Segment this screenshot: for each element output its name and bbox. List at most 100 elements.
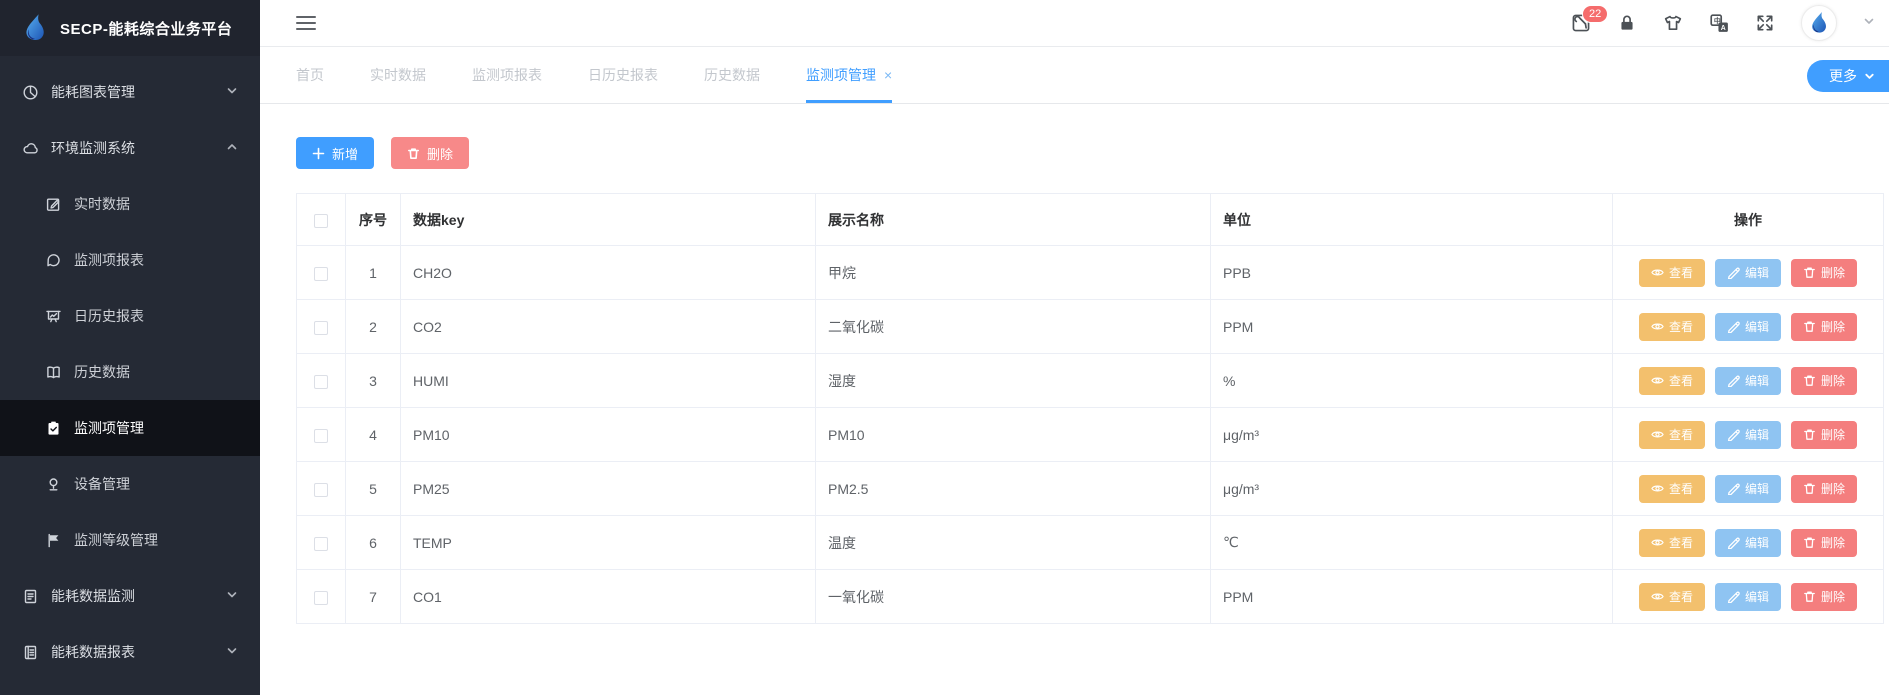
delete-row-button-label: 删除: [1821, 480, 1845, 497]
tab-monitor-item-report[interactable]: 监测项报表: [472, 47, 542, 103]
delete-row-button-label: 删除: [1821, 318, 1845, 335]
delete-row-button[interactable]: 删除: [1791, 313, 1857, 341]
table-row: 3 HUMI 湿度 % 查看 编辑 删除: [297, 354, 1884, 408]
row-key: CH2O: [401, 246, 816, 300]
pencil-icon: [1727, 536, 1740, 549]
sidebar-item-daily-history-report[interactable]: 日历史报表: [0, 288, 260, 344]
row-checkbox[interactable]: [314, 375, 328, 389]
delete-row-button[interactable]: 删除: [1791, 529, 1857, 557]
row-checkbox[interactable]: [314, 537, 328, 551]
view-button[interactable]: 查看: [1639, 367, 1705, 395]
sidebar-item-monitor-item-report[interactable]: 监测项报表: [0, 232, 260, 288]
tools-icon[interactable]: 22: [1571, 13, 1591, 33]
row-actions: 查看 编辑 删除: [1625, 529, 1871, 557]
column-header-data-key: 数据key: [401, 194, 816, 246]
fullscreen-icon[interactable]: [1755, 13, 1775, 33]
view-button[interactable]: 查看: [1639, 313, 1705, 341]
tab-monitor-item-management[interactable]: 监测项管理 ×: [806, 47, 892, 103]
translate-icon[interactable]: 中 A: [1709, 13, 1729, 33]
close-icon[interactable]: ×: [884, 68, 892, 82]
view-button[interactable]: 查看: [1639, 475, 1705, 503]
chevron-down-icon: [226, 84, 238, 100]
sidebar-item-history-data[interactable]: 历史数据: [0, 344, 260, 400]
edit-button-label: 编辑: [1745, 534, 1769, 551]
more-button[interactable]: 更多: [1807, 60, 1889, 92]
sidebar-item-label: 历史数据: [74, 362, 130, 382]
edit-button[interactable]: 编辑: [1715, 583, 1781, 611]
delete-row-button[interactable]: 删除: [1791, 583, 1857, 611]
presentation-chart-icon: [45, 308, 62, 325]
table-row: 5 PM25 PM2.5 μg/m³ 查看 编辑 删除: [297, 462, 1884, 516]
sidebar-item-label: 监测等级管理: [74, 530, 158, 550]
edit-button[interactable]: 编辑: [1715, 475, 1781, 503]
view-button[interactable]: 查看: [1639, 529, 1705, 557]
row-checkbox[interactable]: [314, 591, 328, 605]
lock-icon[interactable]: [1617, 13, 1637, 33]
row-actions: 查看 编辑 删除: [1625, 583, 1871, 611]
eye-icon: [1651, 428, 1664, 441]
more-button-label: 更多: [1829, 66, 1857, 86]
delete-row-button[interactable]: 删除: [1791, 421, 1857, 449]
tab-realtime-data[interactable]: 实时数据: [370, 47, 426, 103]
edit-button[interactable]: 编辑: [1715, 259, 1781, 287]
row-actions: 查看 编辑 删除: [1625, 421, 1871, 449]
sidebar-item-monitor-item-management[interactable]: 监测项管理: [0, 400, 260, 456]
row-checkbox[interactable]: [314, 483, 328, 497]
view-button[interactable]: 查看: [1639, 259, 1705, 287]
chat-bubble-icon: [45, 252, 62, 269]
delete-button[interactable]: 删除: [391, 137, 469, 169]
delete-row-button[interactable]: 删除: [1791, 259, 1857, 287]
sidebar-item-energy-charts[interactable]: 能耗图表管理: [0, 64, 260, 120]
sidebar-item-device-management[interactable]: 设备管理: [0, 456, 260, 512]
tab-label: 日历史报表: [588, 65, 658, 85]
row-key: TEMP: [401, 516, 816, 570]
row-display-name: 湿度: [816, 354, 1211, 408]
view-button[interactable]: 查看: [1639, 583, 1705, 611]
tab-label: 监测项管理: [806, 65, 876, 85]
tab-history-data[interactable]: 历史数据: [704, 47, 760, 103]
column-header-actions: 操作: [1613, 194, 1884, 246]
select-all-checkbox[interactable]: [314, 214, 328, 228]
row-checkbox[interactable]: [314, 267, 328, 281]
sidebar-item-label: 设备管理: [74, 474, 130, 494]
row-index: 3: [346, 354, 401, 408]
delete-row-button-label: 删除: [1821, 588, 1845, 605]
delete-row-button[interactable]: 删除: [1791, 367, 1857, 395]
logo: SECP-能耗综合业务平台: [0, 0, 260, 56]
table-row: 2 CO2 二氧化碳 PPM 查看 编辑 删除: [297, 300, 1884, 354]
edit-button[interactable]: 编辑: [1715, 367, 1781, 395]
edit-button[interactable]: 编辑: [1715, 421, 1781, 449]
edit-button[interactable]: 编辑: [1715, 313, 1781, 341]
pencil-icon: [1727, 590, 1740, 603]
tab-daily-history-report[interactable]: 日历史报表: [588, 47, 658, 103]
row-checkbox[interactable]: [314, 429, 328, 443]
view-button-label: 查看: [1669, 534, 1693, 551]
edit-button[interactable]: 编辑: [1715, 529, 1781, 557]
theme-shirt-icon[interactable]: [1663, 13, 1683, 33]
hamburger-menu-icon[interactable]: [296, 16, 316, 30]
add-button[interactable]: 新增: [296, 137, 374, 169]
row-actions: 查看 编辑 删除: [1625, 367, 1871, 395]
edit-square-icon: [45, 196, 62, 213]
eye-icon: [1651, 266, 1664, 279]
row-checkbox[interactable]: [314, 321, 328, 335]
sidebar-item-label: 能耗数据监测: [51, 586, 135, 606]
row-index: 7: [346, 570, 401, 624]
row-actions: 查看 编辑 删除: [1625, 259, 1871, 287]
edit-button-label: 编辑: [1745, 372, 1769, 389]
row-unit: ℃: [1211, 516, 1613, 570]
view-button[interactable]: 查看: [1639, 421, 1705, 449]
pencil-icon: [1727, 266, 1740, 279]
row-display-name: 温度: [816, 516, 1211, 570]
delete-row-button[interactable]: 删除: [1791, 475, 1857, 503]
trash-icon: [407, 147, 420, 160]
sidebar-item-energy-data-report[interactable]: 能耗数据报表: [0, 624, 260, 680]
sidebar-item-monitor-level-management[interactable]: 监测等级管理: [0, 512, 260, 568]
sidebar-item-realtime-data[interactable]: 实时数据: [0, 176, 260, 232]
avatar[interactable]: [1801, 5, 1837, 41]
sidebar-item-env-monitoring[interactable]: 环境监测系统: [0, 120, 260, 176]
sidebar-item-energy-data-monitoring[interactable]: 能耗数据监测: [0, 568, 260, 624]
chevron-down-icon[interactable]: [1863, 14, 1875, 32]
pie-chart-icon: [22, 84, 39, 101]
tab-home[interactable]: 首页: [296, 47, 324, 103]
